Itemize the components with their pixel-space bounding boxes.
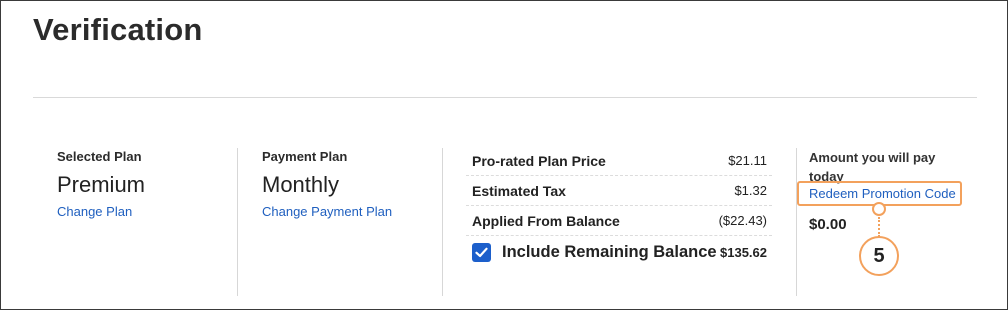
amount-due-value: $0.00 [809, 216, 847, 233]
callout-connector-line [878, 217, 880, 237]
summary-row-label: Applied From Balance [472, 213, 620, 229]
callout-number-badge: 5 [859, 236, 899, 276]
include-balance-checkbox[interactable] [472, 243, 491, 262]
selected-plan-value: Premium [57, 172, 146, 197]
header-divider [33, 97, 977, 98]
price-summary: Pro-rated Plan Price $21.11 Estimated Ta… [466, 146, 772, 272]
summary-row-estimated-tax: Estimated Tax $1.32 [466, 176, 772, 206]
summary-row-prorated-price: Pro-rated Plan Price $21.11 [466, 146, 772, 176]
selected-plan-label: Selected Plan [57, 149, 142, 164]
column-divider [442, 148, 443, 296]
payment-plan-value: Monthly [262, 172, 340, 197]
redeem-promotion-code-link[interactable]: Redeem Promotion Code [809, 186, 956, 201]
summary-row-label: Estimated Tax [472, 183, 566, 199]
include-balance-value: $135.62 [720, 245, 767, 260]
summary-row-label: Pro-rated Plan Price [472, 153, 606, 169]
column-divider [237, 148, 238, 296]
summary-row-value: $1.32 [734, 183, 767, 198]
include-balance-label: Include Remaining Balance [502, 243, 717, 261]
include-balance-row: Include Remaining Balance $135.62 [466, 236, 772, 272]
change-plan-link[interactable]: Change Plan [57, 204, 132, 219]
column-divider [796, 148, 797, 296]
summary-row-applied-balance: Applied From Balance ($22.43) [466, 206, 772, 236]
summary-row-value: ($22.43) [718, 213, 767, 228]
payment-plan-label: Payment Plan [262, 149, 348, 164]
change-payment-plan-link[interactable]: Change Payment Plan [262, 204, 392, 219]
page-title: Verification [33, 12, 203, 47]
summary-row-value: $21.11 [728, 153, 767, 168]
checkmark-icon [475, 247, 488, 258]
callout-anchor-dot [872, 202, 886, 216]
